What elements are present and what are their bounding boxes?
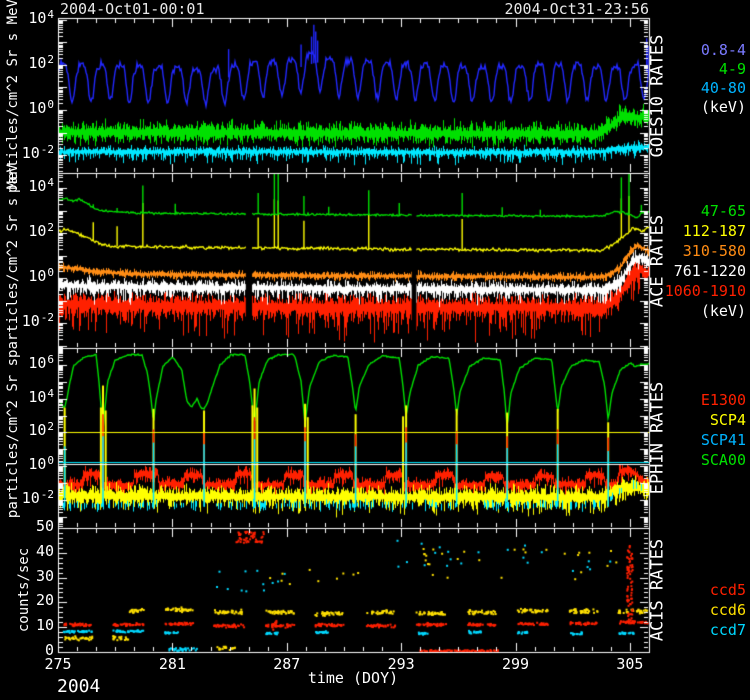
legend-item-keV: (keV) (701, 100, 746, 115)
y-tick-label-p2-4: 10-2 (22, 491, 54, 506)
legend-item-SCP41: SCP41 (701, 433, 746, 448)
y-tick-label-p2-2: 102 (28, 423, 54, 438)
legend-item-SCP4: SCP4 (710, 413, 746, 428)
year-label: 2004 (57, 676, 100, 697)
legend-item-keV: (keV) (701, 304, 746, 319)
x-tick-label-287: 287 (265, 657, 309, 672)
x-tick-label-299: 299 (494, 657, 538, 672)
panel-right-label-0: GOES10 RATES (650, 34, 667, 157)
legend-item-1060-1910: 1060-1910 (665, 284, 746, 299)
y-tick-label-p0-0: 104 (28, 11, 54, 26)
y-axis-label-1: particles/cm^2 Sr s MeV (6, 164, 20, 358)
legend-item-SCA00: SCA00 (701, 453, 746, 468)
legend-item-310-580: 310-580 (683, 244, 746, 259)
legend-item-40-80: 40-80 (701, 81, 746, 96)
y-axis-label-3: counts/sec (17, 548, 31, 632)
y-tick-label-p3-4: 10 (36, 618, 54, 633)
legend-item-ccd6: ccd6 (710, 603, 746, 618)
legend-item-ccd5: ccd5 (710, 583, 746, 598)
legend-item-0.8-4: 0.8-4 (701, 43, 746, 58)
y-tick-label-p0-2: 100 (28, 101, 54, 116)
y-tick-label-p1-0: 104 (28, 179, 54, 194)
y-tick-label-p2-0: 106 (28, 356, 54, 371)
panel-right-label-3: ACIS RATES (650, 539, 667, 641)
y-tick-label-p3-0: 50 (36, 519, 54, 534)
y-tick-label-p1-2: 100 (28, 269, 54, 284)
y-tick-label-p3-1: 40 (36, 544, 54, 559)
x-tick-label-293: 293 (379, 657, 423, 672)
start-timestamp: 2004-Oct01-00:01 (60, 2, 205, 17)
radiation-rates-plot: 2004-Oct01-00:01 2004-Oct31-23:56 time (… (0, 0, 750, 700)
y-tick-label-p2-3: 100 (28, 457, 54, 472)
y-tick-label-p2-1: 104 (28, 390, 54, 405)
y-tick-label-p0-1: 102 (28, 56, 54, 71)
y-tick-label-p1-3: 10-2 (22, 314, 54, 329)
chart-canvas (0, 0, 750, 700)
panel-right-label-2: EPHIN RATES (650, 382, 667, 495)
y-tick-label-p3-3: 20 (36, 593, 54, 608)
x-tick-label-275: 275 (36, 657, 80, 672)
x-tick-label-281: 281 (150, 657, 194, 672)
legend-item-47-65: 47-65 (701, 204, 746, 219)
y-tick-label-p3-2: 30 (36, 569, 54, 584)
end-timestamp: 2004-Oct31-23:56 (505, 2, 650, 17)
legend-item-ccd7: ccd7 (710, 623, 746, 638)
legend-item-112-187: 112-187 (683, 224, 746, 239)
legend-item-4-9: 4-9 (719, 62, 746, 77)
y-tick-label-p0-3: 10-2 (22, 146, 54, 161)
legend-item-761-1220: 761-1220 (674, 264, 746, 279)
legend-item-E1300: E1300 (701, 393, 746, 408)
y-axis-label-2: particles/cm^2 Sr s (6, 358, 20, 518)
y-tick-label-p1-1: 102 (28, 224, 54, 239)
x-tick-label-305: 305 (608, 657, 652, 672)
